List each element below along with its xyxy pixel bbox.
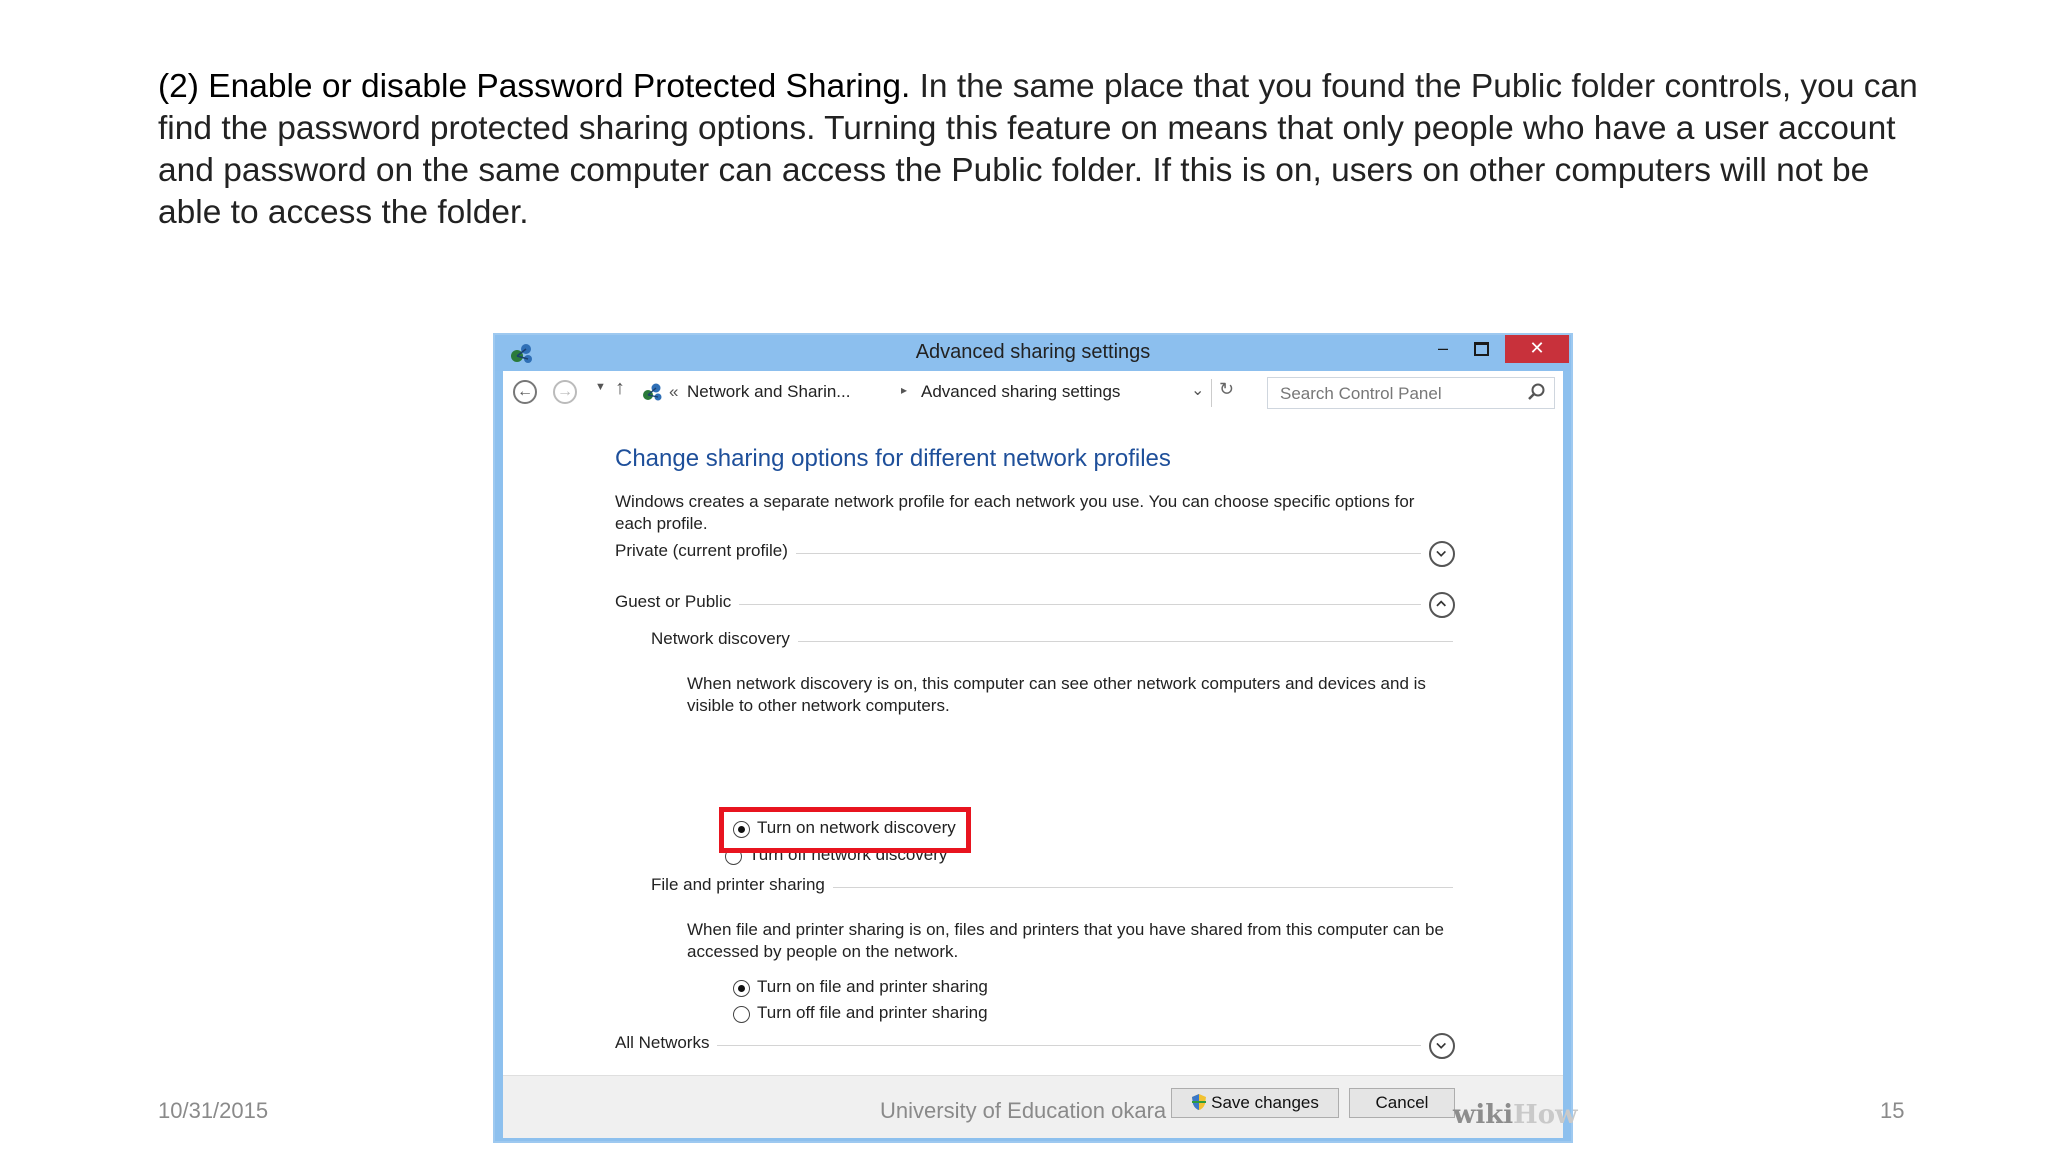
wikihow-watermark: wikiHow — [1453, 1100, 1577, 1130]
watermark-how: How — [1513, 1100, 1578, 1130]
radio-turn-off-network-discovery[interactable]: Turn off network discovery — [725, 851, 965, 867]
file-printer-sharing-description: When file and printer sharing is on, fil… — [687, 920, 1444, 961]
radio-button[interactable] — [725, 851, 742, 865]
page-number: 15 — [1880, 1098, 1905, 1123]
network-icon — [643, 383, 662, 401]
divider — [615, 1045, 1421, 1046]
radio-button-selected[interactable] — [733, 980, 750, 997]
recent-locations-icon[interactable]: ▼ — [595, 381, 606, 393]
file-printer-sharing-label: File and printer sharing — [651, 875, 833, 895]
save-changes-label: Save changes — [1211, 1093, 1319, 1112]
address-divider — [1211, 379, 1212, 407]
chevron-down-icon[interactable]: ⌄ — [1191, 380, 1204, 400]
profile-all-networks[interactable]: All Networks — [615, 1033, 1455, 1059]
radio-label: Turn off network discovery — [749, 851, 948, 864]
maximize-icon — [1473, 342, 1489, 356]
profile-private[interactable]: Private (current profile) — [615, 541, 1455, 567]
footer-institution: University of Education okara — [880, 1098, 1167, 1123]
profile-label: Guest or Public — [615, 592, 740, 612]
minimize-button[interactable]: – — [1425, 335, 1461, 363]
network-discovery-label: Network discovery — [651, 629, 798, 649]
profile-label: Private (current profile) — [615, 541, 796, 561]
address-bar: ← → ▼ ↑ « Network and Sharin... ▸ Advanc… — [503, 371, 1563, 415]
search-placeholder: Search Control Panel — [1280, 384, 1442, 403]
chevron-down-icon[interactable] — [1429, 1033, 1455, 1059]
back-arrow-icon[interactable]: ← — [513, 380, 537, 404]
close-button[interactable]: ✕ — [1505, 335, 1569, 363]
breadcrumb-separator-icon[interactable]: ▸ — [901, 383, 907, 397]
shield-icon — [1192, 1094, 1207, 1110]
cancel-button[interactable]: Cancel — [1349, 1088, 1455, 1118]
chevron-up-icon[interactable] — [1429, 592, 1455, 618]
radio-button-selected[interactable] — [733, 821, 750, 838]
up-arrow-icon[interactable]: ↑ — [615, 377, 625, 400]
search-input[interactable]: Search Control Panel — [1267, 377, 1555, 409]
titlebar: Advanced sharing settings – ✕ — [495, 335, 1571, 371]
slide-paragraph: (2) Enable or disable Password Protected… — [158, 66, 1918, 234]
profile-guest-public[interactable]: Guest or Public — [615, 592, 1455, 618]
radio-button[interactable] — [733, 1006, 750, 1023]
watermark-wiki: wiki — [1453, 1100, 1514, 1130]
search-icon[interactable] — [1526, 382, 1546, 402]
radio-label: Turn on file and printer sharing — [757, 977, 988, 996]
forward-arrow-icon[interactable]: → — [553, 380, 577, 404]
breadcrumb-network-sharing[interactable]: Network and Sharin... — [687, 382, 850, 402]
page-description: Windows creates a separate network profi… — [615, 492, 1415, 533]
window-title: Advanced sharing settings — [915, 341, 1151, 363]
page-title: Change sharing options for different net… — [615, 445, 1171, 472]
advanced-sharing-window: Advanced sharing settings – ✕ ← → ▼ ↑ « … — [493, 333, 1577, 1143]
slide-lead: (2) Enable or disable Password Protected… — [158, 68, 911, 105]
file-printer-sharing-header: File and printer sharing — [651, 875, 1453, 899]
chevron-down-icon[interactable] — [1429, 541, 1455, 567]
settings-content: Change sharing options for different net… — [503, 415, 1563, 1075]
network-discovery-description: When network discovery is on, this compu… — [687, 674, 1426, 715]
radio-label: Turn off file and printer sharing — [757, 1003, 988, 1022]
profile-label: All Networks — [615, 1033, 718, 1053]
save-changes-button[interactable]: Save changes — [1171, 1088, 1339, 1118]
overflow-chevrons[interactable]: « — [669, 382, 678, 402]
refresh-icon[interactable]: ↻ — [1219, 379, 1234, 400]
radio-label: Turn on network discovery — [757, 818, 956, 837]
footer-date: 10/31/2015 — [158, 1098, 269, 1123]
maximize-button[interactable] — [1463, 335, 1499, 363]
breadcrumb-advanced-sharing[interactable]: Advanced sharing settings — [921, 382, 1120, 402]
network-discovery-header: Network discovery — [651, 629, 1453, 653]
